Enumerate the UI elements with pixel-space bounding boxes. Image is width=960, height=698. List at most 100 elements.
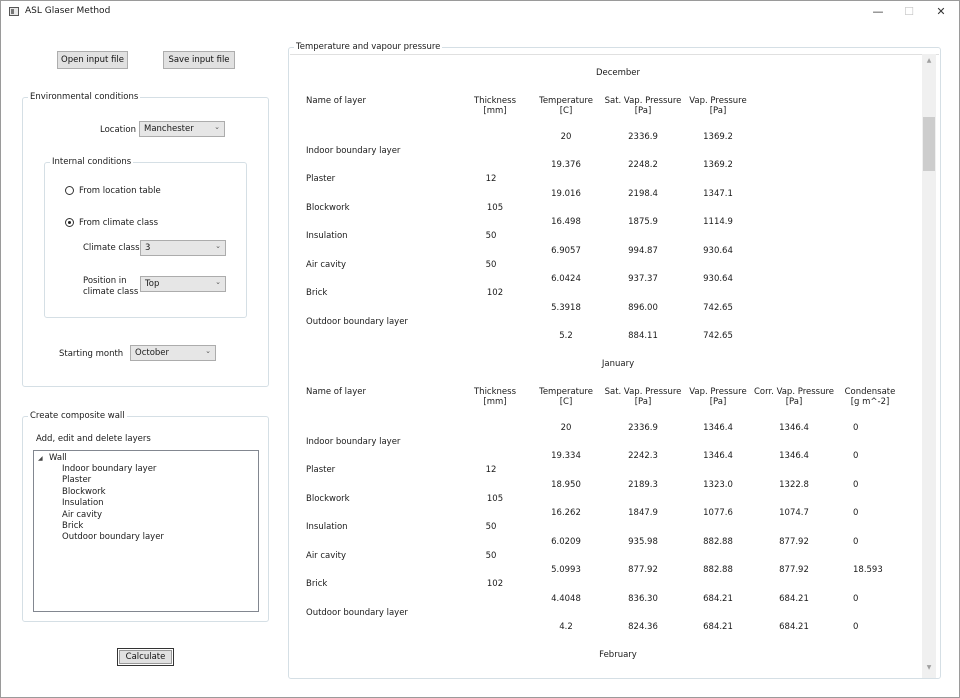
internal-conditions-title: Internal conditions	[50, 157, 134, 167]
header-name-of-layer: Name of layer	[306, 96, 366, 106]
from-location-table-label[interactable]: From location table	[79, 186, 161, 196]
tree-root-wall[interactable]: Wall	[49, 453, 67, 463]
layer-thickness: 12	[485, 174, 497, 184]
header-thickness: Thickness [mm]	[473, 387, 516, 407]
interface-sat-pressure: 884.11	[628, 331, 658, 341]
interface-vap-pressure: 1346.4	[703, 451, 733, 461]
interface-sat-pressure: 824.36	[628, 622, 658, 632]
save-input-file-button[interactable]: Save input file	[163, 51, 235, 69]
interface-vap-pressure: 1114.9	[703, 217, 733, 227]
interface-corr-pressure: 877.92	[779, 565, 809, 575]
interface-corr-pressure: 684.21	[779, 622, 809, 632]
climate-class-combobox[interactable]: 3 ⌄	[140, 240, 226, 256]
tree-item-layer[interactable]: Indoor boundary layer	[62, 464, 156, 474]
interface-condensate: 0	[853, 594, 859, 604]
layer-name: Air cavity	[306, 260, 347, 270]
location-value: Manchester	[144, 124, 194, 134]
layer-thickness: 50	[485, 231, 497, 241]
interface-condensate: 0	[853, 480, 859, 490]
interface-sat-pressure: 896.00	[628, 303, 658, 313]
interface-vap-pressure: 882.88	[703, 565, 733, 575]
interface-vap-pressure: 742.65	[703, 331, 733, 341]
tree-expanded-icon[interactable]: ◢	[38, 455, 43, 462]
location-combobox[interactable]: Manchester ⌄	[139, 121, 225, 137]
wall-layers-tree[interactable]: ◢ Wall Indoor boundary layer Plaster Blo…	[33, 450, 259, 612]
starting-month-value: October	[135, 348, 170, 358]
position-combobox[interactable]: Top ⌄	[140, 276, 226, 292]
position-label-line2: climate class	[83, 287, 139, 297]
from-climate-class-label[interactable]: From climate class	[79, 218, 158, 228]
interface-vap-pressure: 1323.0	[703, 480, 733, 490]
interface-sat-pressure: 2248.2	[628, 160, 658, 170]
interface-vap-pressure: 1369.2	[703, 160, 733, 170]
chevron-down-icon: ⌄	[214, 123, 220, 131]
tree-item-layer[interactable]: Outdoor boundary layer	[62, 532, 164, 542]
interface-sat-pressure: 877.92	[628, 565, 658, 575]
chevron-down-icon: ⌄	[215, 278, 221, 286]
tree-item-layer[interactable]: Blockwork	[62, 487, 106, 497]
results-title: Temperature and vapour pressure	[294, 42, 443, 52]
interface-condensate: 0	[853, 423, 859, 433]
interface-corr-pressure: 1074.7	[779, 508, 809, 518]
header-temperature: Temperature [C]	[539, 96, 593, 116]
from-climate-class-radio[interactable]	[65, 218, 74, 227]
open-input-file-button[interactable]: Open input file	[57, 51, 128, 69]
header-corr-vap-pressure: Corr. Vap. Pressure [Pa]	[753, 387, 835, 407]
interface-sat-pressure: 937.37	[628, 274, 658, 284]
interface-vap-pressure: 1077.6	[703, 508, 733, 518]
interface-vap-pressure: 1369.2	[703, 132, 733, 142]
layer-name: Blockwork	[306, 494, 350, 504]
results-scroll-view[interactable]: December Name of layer Thickness [mm] Tem…	[290, 54, 939, 678]
scroll-down-icon[interactable]: ▼	[922, 664, 936, 671]
results-vertical-scrollbar[interactable]: ▲ ▼	[922, 54, 936, 678]
layer-thickness: 102	[486, 579, 504, 589]
tree-item-layer[interactable]: Plaster	[62, 475, 91, 485]
layer-name: Plaster	[306, 174, 336, 184]
tree-item-layer[interactable]: Brick	[62, 521, 83, 531]
interface-condensate: 0	[853, 451, 859, 461]
header-temperature: Temperature [C]	[539, 387, 593, 407]
chevron-down-icon: ⌄	[205, 347, 211, 355]
maximize-button[interactable]: ☐	[894, 3, 924, 21]
interface-corr-pressure: 1346.4	[779, 451, 809, 461]
close-button[interactable]: ✕	[926, 3, 956, 21]
interface-temperature: 16.498	[551, 217, 581, 227]
interface-condensate: 0	[853, 508, 859, 518]
interface-condensate: 0	[853, 537, 859, 547]
scrollbar-thumb[interactable]	[923, 117, 935, 171]
app-window: ASL Glaser Method — ☐ ✕ Open input file …	[0, 0, 960, 698]
interface-temperature: 4.4048	[551, 594, 581, 604]
starting-month-combobox[interactable]: October ⌄	[130, 345, 216, 361]
tree-item-layer[interactable]: Air cavity	[62, 510, 102, 520]
interface-temperature: 16.262	[551, 508, 581, 518]
interface-vap-pressure: 1346.4	[703, 423, 733, 433]
month-heading-december: December	[595, 68, 641, 78]
layer-name: Indoor boundary layer	[306, 146, 401, 156]
layer-thickness: 12	[485, 465, 497, 475]
window-title: ASL Glaser Method	[25, 6, 111, 16]
interface-temperature: 6.0209	[551, 537, 581, 547]
minimize-button[interactable]: —	[863, 3, 893, 21]
location-label: Location	[100, 125, 136, 135]
layer-name: Insulation	[306, 231, 348, 241]
layer-thickness: 50	[485, 260, 497, 270]
interface-corr-pressure: 1322.8	[779, 480, 809, 490]
interface-sat-pressure: 836.30	[628, 594, 658, 604]
scroll-up-icon[interactable]: ▲	[922, 57, 936, 64]
interface-vap-pressure: 930.64	[703, 274, 733, 284]
tree-item-layer[interactable]: Insulation	[62, 498, 104, 508]
chevron-down-icon: ⌄	[215, 242, 221, 250]
header-condensate: Condensate [g m^-2]	[844, 387, 896, 407]
interface-temperature: 5.3918	[551, 303, 581, 313]
interface-temperature: 19.016	[551, 189, 581, 199]
interface-sat-pressure: 2242.3	[628, 451, 658, 461]
layer-name: Insulation	[306, 522, 348, 532]
interface-temperature: 19.376	[551, 160, 581, 170]
layer-name: Outdoor boundary layer	[306, 608, 408, 618]
climate-class-label: Climate class	[83, 243, 140, 253]
from-location-table-radio[interactable]	[65, 186, 74, 195]
layer-thickness: 102	[486, 288, 504, 298]
interface-temperature: 6.9057	[551, 246, 581, 256]
interface-condensate: 18.593	[853, 565, 883, 575]
calculate-button[interactable]: Calculate	[117, 648, 174, 666]
